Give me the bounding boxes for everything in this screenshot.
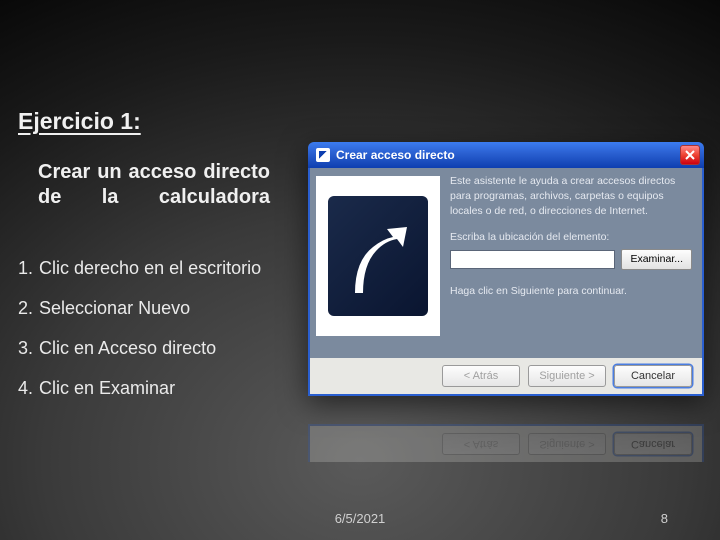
browse-button[interactable]: Examinar...	[621, 249, 692, 270]
list-item: 4. Clic en Examinar	[18, 378, 276, 399]
wizard-image-panel	[316, 176, 440, 336]
footer-date: 6/5/2021	[0, 511, 720, 526]
exercise-title: Ejercicio 1:	[18, 108, 141, 135]
shortcut-titlebar-icon	[316, 148, 330, 162]
location-label: Escriba la ubicación del elemento:	[450, 230, 692, 245]
step-text: Seleccionar Nuevo	[39, 298, 276, 319]
wizard-instruction: Este asistente le ayuda a crear accesos …	[450, 174, 692, 220]
list-item: 3. Clic en Acceso directo	[18, 338, 276, 359]
list-item: 1. Clic derecho en el escritorio	[18, 258, 276, 279]
shortcut-arrow-icon	[328, 196, 428, 316]
slide: Ejercicio 1: Crear un acceso directo de …	[0, 0, 720, 540]
footer-page-number: 8	[661, 511, 668, 526]
dialog-button-bar: < Atrás Siguiente > Cancelar	[308, 358, 704, 396]
dialog-title: Crear acceso directo	[336, 148, 674, 162]
step-text: Clic en Examinar	[39, 378, 276, 399]
location-input[interactable]	[450, 250, 615, 269]
step-number: 1.	[18, 258, 33, 279]
dialog-body: Este asistente le ayuda a crear accesos …	[308, 168, 704, 358]
close-button[interactable]	[680, 145, 700, 165]
dialog-titlebar: Crear acceso directo	[308, 142, 704, 168]
back-button[interactable]: < Atrás	[442, 365, 520, 387]
step-text: Clic derecho en el escritorio	[39, 258, 276, 279]
exercise-subtitle: Crear un acceso directo de la calculador…	[38, 160, 270, 210]
list-item: 2. Seleccionar Nuevo	[18, 298, 276, 319]
step-number: 2.	[18, 298, 33, 319]
dialog-content: Este asistente le ayuda a crear accesos …	[450, 174, 692, 350]
step-number: 4.	[18, 378, 33, 399]
wizard-dialog: Crear acceso directo Este asistente le a…	[308, 142, 704, 396]
close-icon	[685, 150, 695, 160]
continue-instruction: Haga clic en Siguiente para continuar.	[450, 284, 692, 299]
cancel-button[interactable]: Cancelar	[614, 365, 692, 387]
next-button[interactable]: Siguiente >	[528, 365, 606, 387]
step-list: 1. Clic derecho en el escritorio 2. Sele…	[18, 258, 276, 418]
step-number: 3.	[18, 338, 33, 359]
dialog-reflection: < Atrás Siguiente > Cancelar	[308, 402, 704, 462]
step-text: Clic en Acceso directo	[39, 338, 276, 359]
